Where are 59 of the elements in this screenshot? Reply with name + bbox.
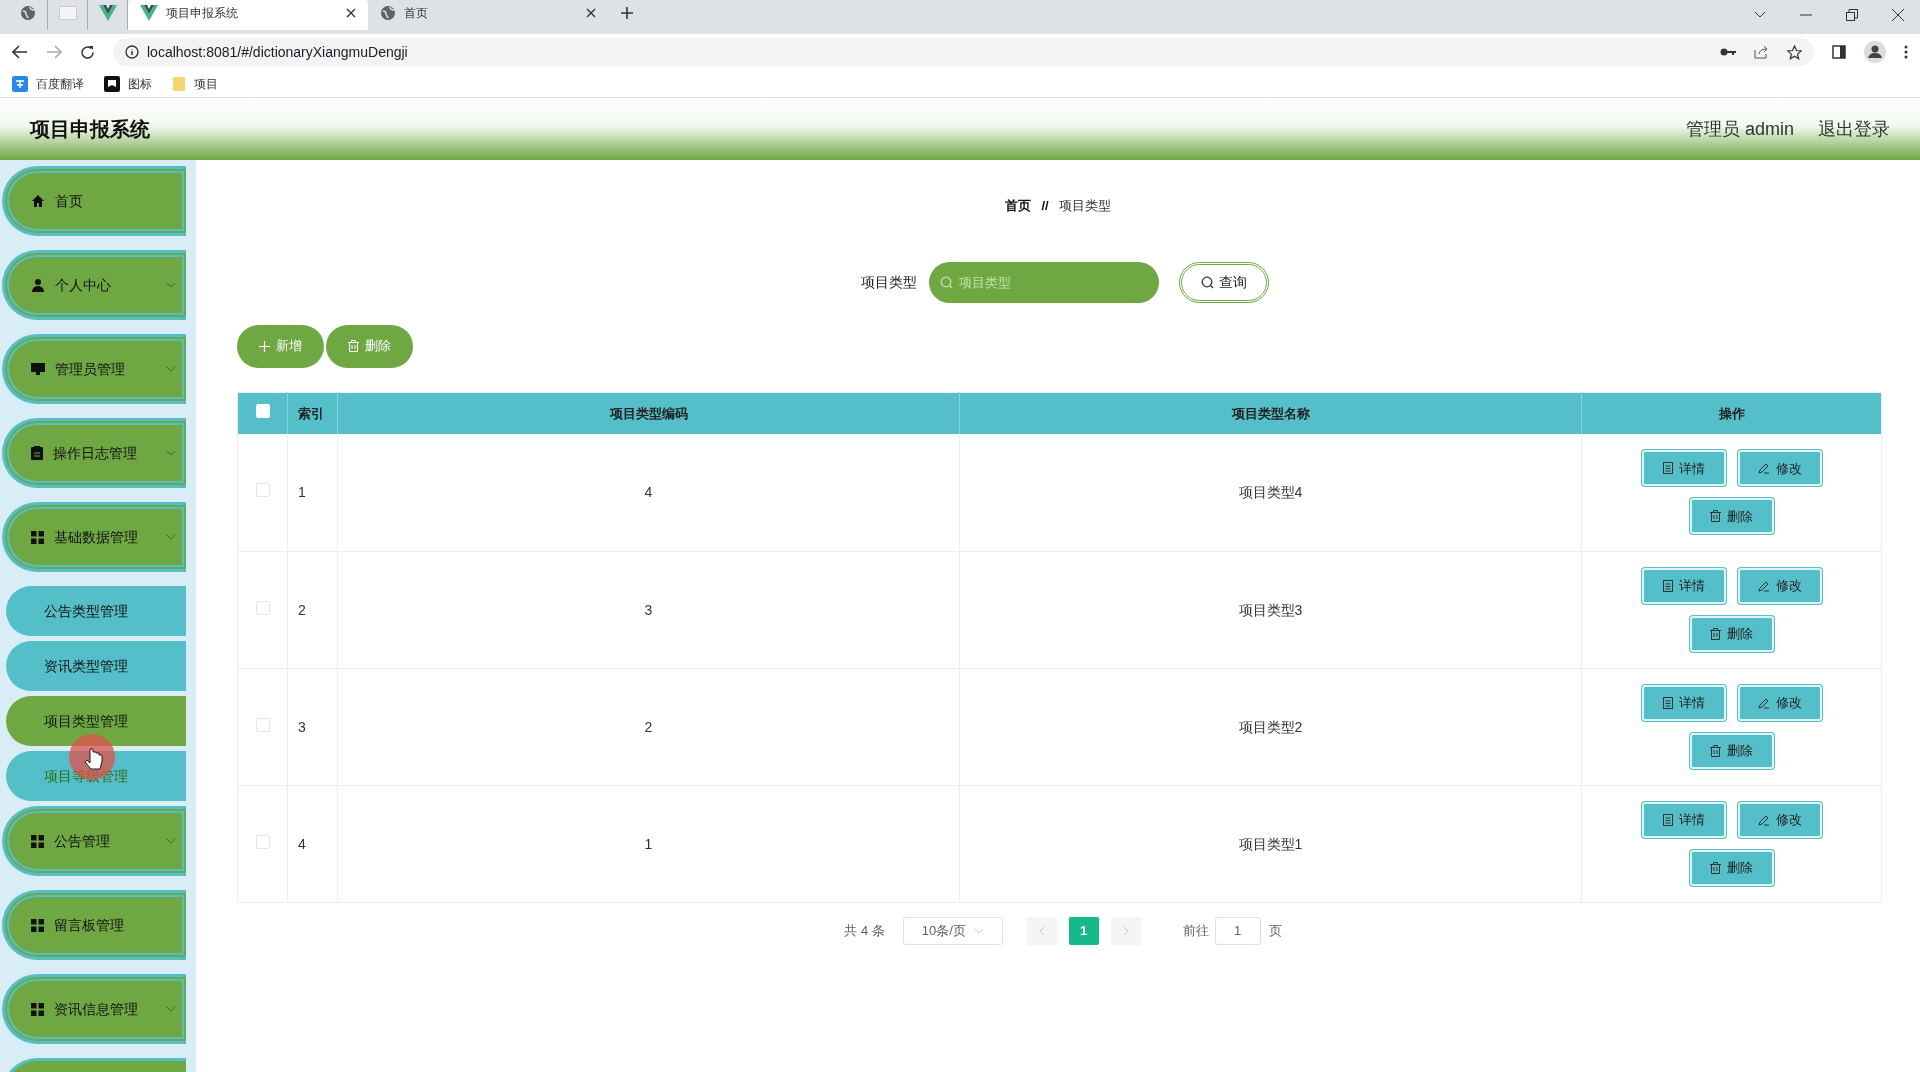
page-suffix: 页 <box>1268 921 1282 940</box>
row-action-button[interactable]: 修改 <box>1737 450 1822 487</box>
table-cell: 项目类型1 <box>1238 835 1303 852</box>
sidebar-menu-item[interactable]: 留言板管理 <box>2 890 186 960</box>
sidebar-submenu-item[interactable]: 资讯类型管理 <box>6 641 186 691</box>
bookmark[interactable]: 百度翻译 <box>12 74 84 93</box>
table-cell: 3 <box>644 601 653 618</box>
table-cell: 1 <box>298 484 306 501</box>
row-action-button[interactable]: 详情 <box>1641 684 1726 721</box>
table-cell: 项目类型3 <box>1238 601 1303 618</box>
column-header: 索引 <box>287 392 338 434</box>
search-label: 项目类型 <box>861 272 917 292</box>
address-bar[interactable]: localhost:8081/#/dictionaryXiangmuDengji <box>113 38 1814 66</box>
user-name: 管理员 admin <box>1685 117 1794 141</box>
sidebar-menu-item[interactable]: 操作日志管理 <box>2 418 186 488</box>
column-header: 操作 <box>1581 392 1882 434</box>
column-header: 项目类型名称 <box>959 392 1582 434</box>
breadcrumb-link[interactable]: 首页 <box>1005 196 1032 216</box>
row-action-button[interactable]: 修改 <box>1737 684 1822 721</box>
bookmark[interactable]: 图标 <box>104 74 152 93</box>
sidebar-menu-item[interactable]: 资讯信息管理 <box>2 974 186 1044</box>
total-count: 共 4 条 <box>844 921 885 940</box>
table-cell: 2 <box>298 601 306 618</box>
sidebar-submenu-item[interactable]: 项目类型管理 <box>6 696 186 746</box>
sidebar-menu-item[interactable]: 首页 <box>2 166 186 236</box>
row-action-button[interactable]: 删除 <box>1689 615 1774 652</box>
table-cell: 项目类型2 <box>1238 718 1303 735</box>
page-input[interactable]: 1 <box>1214 916 1261 945</box>
breadcrumb-separator: // <box>1041 197 1049 215</box>
row-action-button[interactable]: 详情 <box>1641 450 1726 487</box>
row-action-button[interactable]: 详情 <box>1641 801 1726 838</box>
row-action-button[interactable]: 删除 <box>1689 498 1774 535</box>
row-action-button[interactable]: 详情 <box>1641 567 1726 604</box>
sidebar-menu-item[interactable]: 公告管理 <box>2 806 186 876</box>
bookmark[interactable]: 项目 <box>172 74 218 93</box>
search-field[interactable]: 项目类型 <box>929 261 1159 303</box>
table-cell: 4 <box>298 835 306 852</box>
row-action-button[interactable]: 删除 <box>1689 732 1774 769</box>
table-cell: 4 <box>644 484 653 501</box>
sidebar-menu-item[interactable]: 个人中心 <box>2 250 186 320</box>
search-button[interactable]: 查询 <box>1179 261 1269 303</box>
breadcrumb-current: 项目类型 <box>1058 197 1111 215</box>
sidebar-menu-item[interactable]: 基础数据管理 <box>2 502 186 572</box>
table-cell: 1 <box>644 835 653 852</box>
row-action-button[interactable]: 修改 <box>1737 801 1822 838</box>
logout-link[interactable]: 退出登录 <box>1818 115 1890 143</box>
sidebar-menu-item[interactable]: 管理员管理 <box>2 334 186 404</box>
browser-tab[interactable]: 首页 <box>368 0 608 30</box>
column-header: 项目类型编码 <box>337 392 960 434</box>
row-action-button[interactable]: 修改 <box>1737 567 1822 604</box>
table-cell: 2 <box>644 718 653 735</box>
page-size-select[interactable]: 10条/页 <box>902 916 1003 945</box>
table-cell: 项目类型4 <box>1238 484 1303 501</box>
sidebar-submenu-item[interactable]: 公告类型管理 <box>6 586 186 636</box>
goto-label: 前往 <box>1182 921 1209 940</box>
table-cell: 3 <box>298 718 306 735</box>
row-action-button[interactable]: 删除 <box>1689 849 1774 886</box>
browser-tab[interactable]: 项目申报系统 <box>128 0 368 30</box>
app-title: 项目申报系统 <box>30 117 150 142</box>
